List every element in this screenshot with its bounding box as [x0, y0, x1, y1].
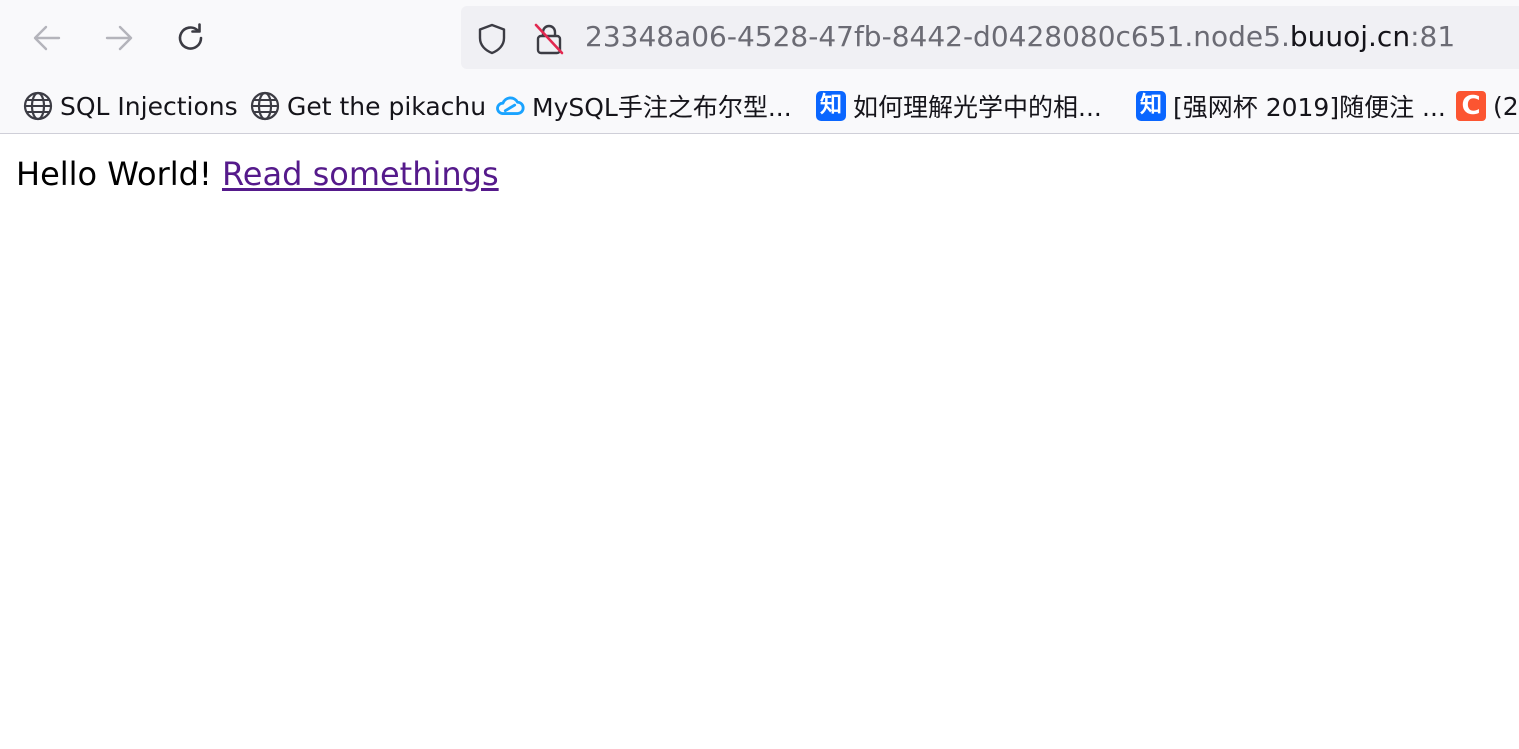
url-text[interactable]: 23348a06-4528-47fb-8442-d0428080c651.nod… — [585, 19, 1455, 55]
shield-icon[interactable] — [475, 23, 509, 55]
bookmark-label: [强网杯 2019]随便注 ... — [1173, 93, 1446, 122]
zhihu-icon-glyph: 知 — [816, 91, 846, 121]
zhihu-icon: 知 — [815, 90, 847, 122]
globe-icon — [22, 90, 54, 122]
reload-button[interactable] — [169, 16, 213, 60]
arrow-right-icon — [105, 25, 133, 51]
globe-icon — [249, 90, 281, 122]
forward-button[interactable] — [97, 16, 141, 60]
browser-toolbar: 23348a06-4528-47fb-8442-d0428080c651.nod… — [0, 0, 1519, 134]
bookmark-label: SQL Injections — [60, 91, 238, 121]
bookmark-label: Get the pikachu — [287, 91, 487, 121]
bookmark-csdn[interactable]: C (2 — [1455, 88, 1519, 124]
bookmark-get-the-pikachu[interactable]: Get the pikachu — [249, 88, 486, 124]
url-port: :81 — [1410, 20, 1456, 53]
bookmarks-toolbar: SQL Injections Get the pikachu MySQL手注之布… — [0, 80, 1519, 130]
bookmark-mysql[interactable]: MySQL手注之布尔型... — [494, 88, 792, 124]
back-button[interactable] — [25, 16, 69, 60]
zhihu-icon: 知 — [1135, 90, 1167, 122]
bookmark-label: 如何理解光学中的相... — [853, 93, 1102, 122]
read-somethings-link[interactable]: Read somethings — [222, 155, 499, 193]
cloud-icon — [494, 90, 526, 122]
greeting-text: Hello World! — [16, 155, 212, 193]
bookmark-sql-injections[interactable]: SQL Injections — [22, 88, 238, 124]
reload-icon — [178, 23, 203, 50]
address-bar[interactable]: 23348a06-4528-47fb-8442-d0428080c651.nod… — [461, 6, 1519, 69]
csdn-icon: C — [1455, 90, 1487, 122]
csdn-icon-glyph: C — [1456, 91, 1486, 121]
page-body: Hello World! Read somethings — [16, 152, 499, 196]
bookmark-label: (2 — [1493, 91, 1519, 121]
bookmark-label: MySQL手注之布尔型... — [532, 93, 792, 122]
bookmark-qwb-2019[interactable]: 知 [强网杯 2019]随便注 ... — [1135, 88, 1446, 124]
bookmark-optics[interactable]: 知 如何理解光学中的相... — [815, 88, 1102, 124]
url-host: buuoj.cn — [1289, 20, 1411, 53]
url-prefix: 23348a06-4528-47fb-8442-d0428080c651.nod… — [585, 20, 1290, 53]
insecure-lock-icon[interactable] — [533, 22, 565, 56]
zhihu-icon-glyph: 知 — [1136, 91, 1166, 121]
arrow-left-icon — [33, 25, 61, 51]
